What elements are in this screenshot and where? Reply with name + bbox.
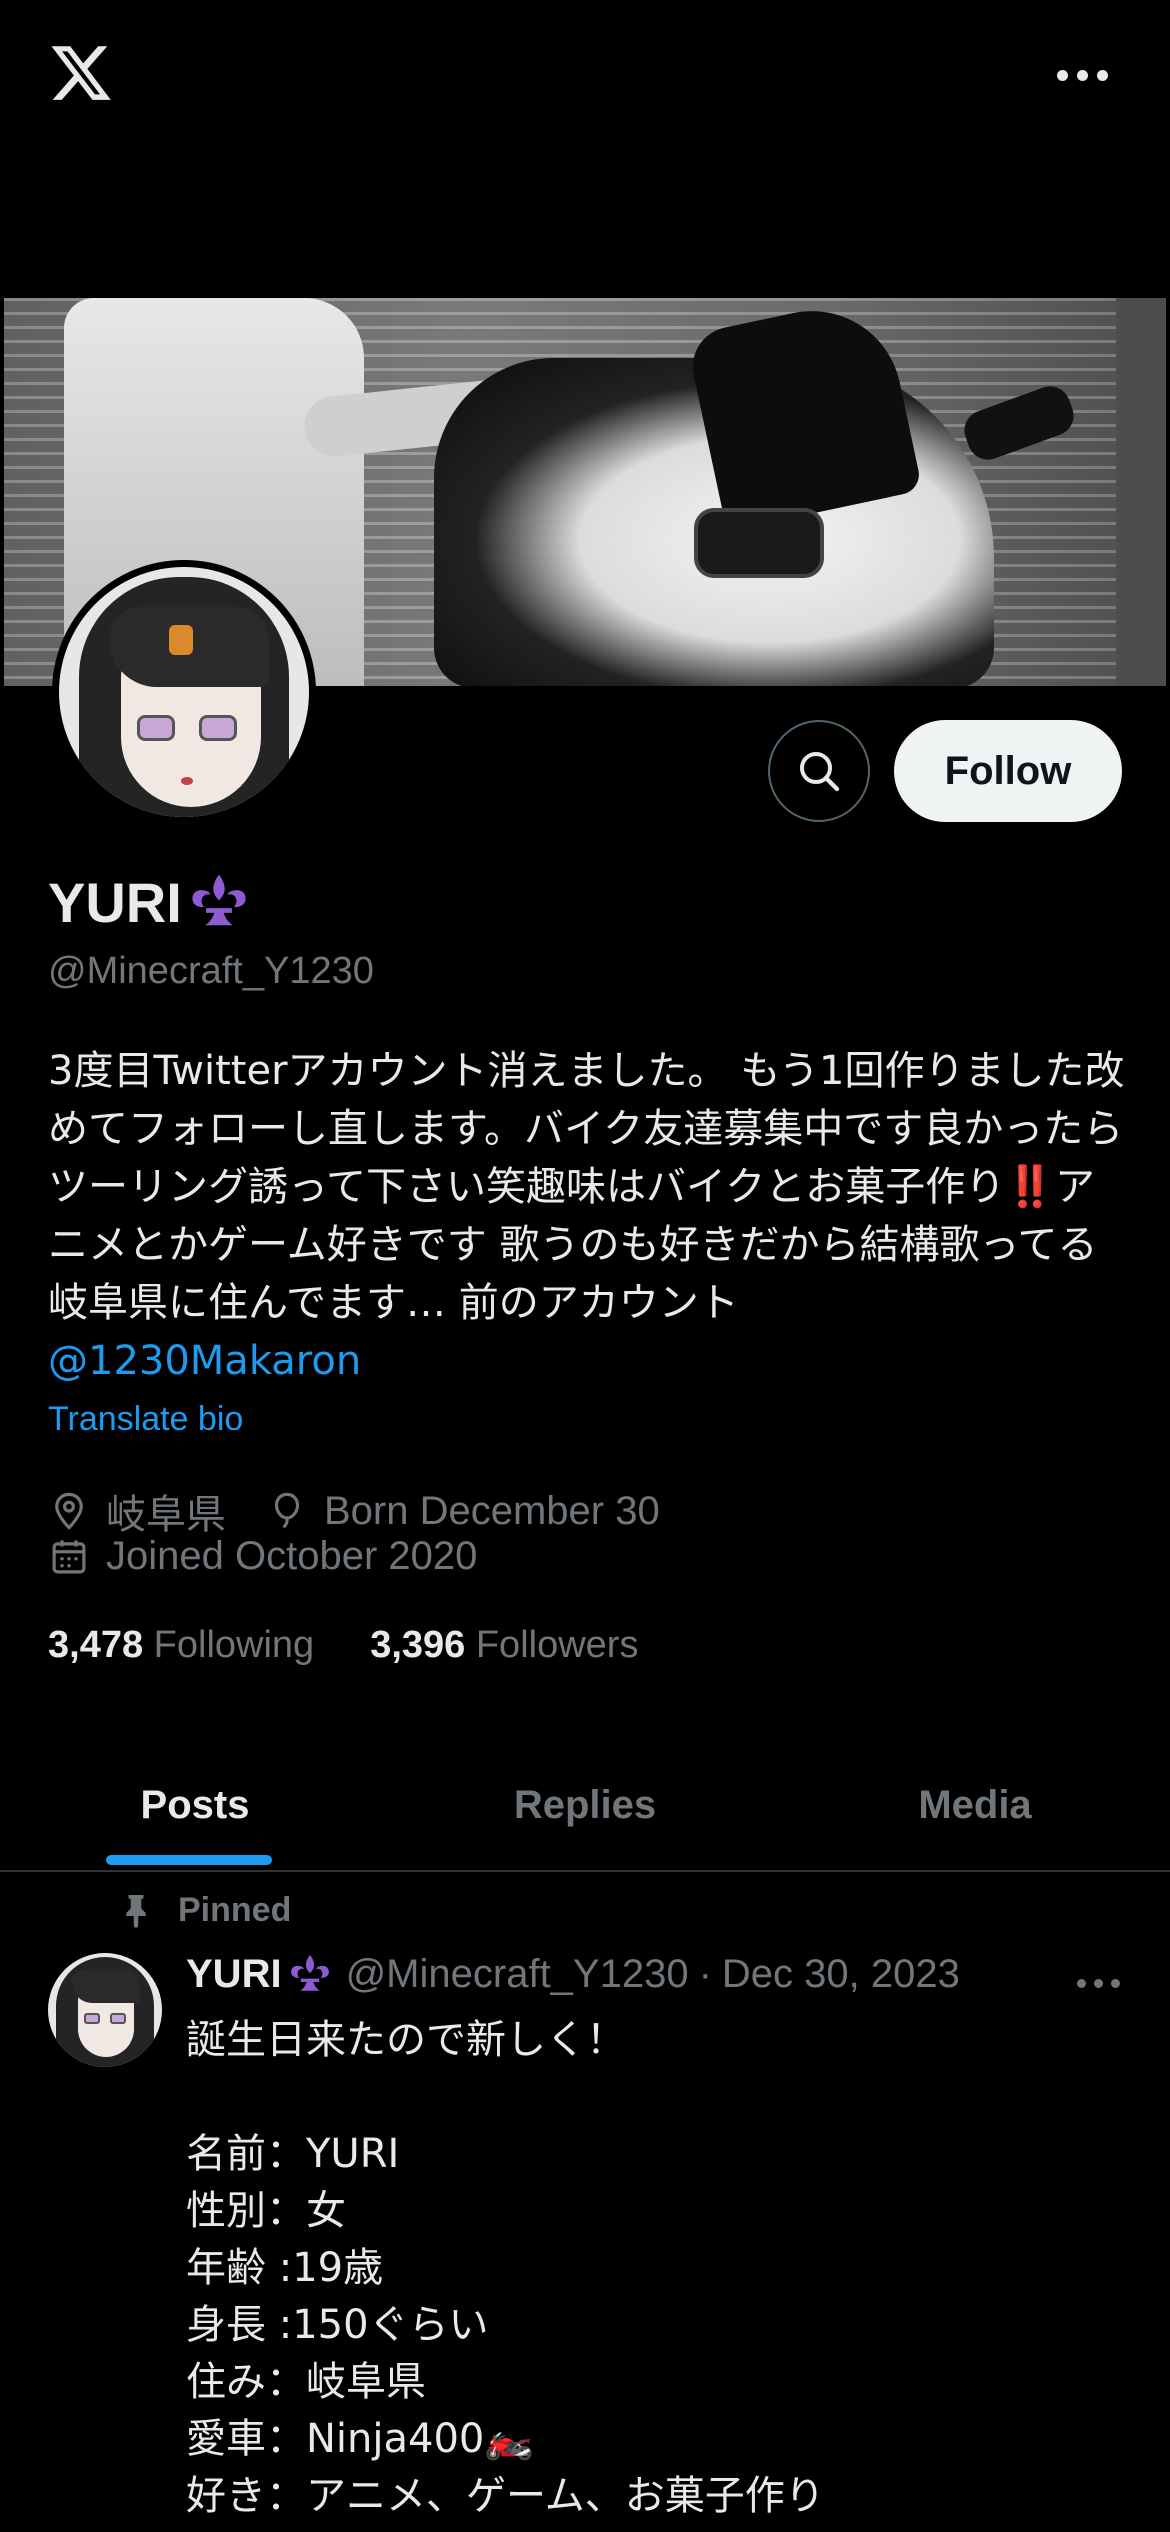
dot <box>1056 69 1068 81</box>
following-label: Following <box>153 1624 315 1666</box>
search-button[interactable] <box>768 720 870 822</box>
top-bar <box>0 0 1170 140</box>
dot <box>1076 1978 1086 1988</box>
pinned-indicator: Pinned <box>118 1890 291 1930</box>
fleur-de-lis-icon <box>192 874 246 925</box>
followers-label: Followers <box>475 1624 639 1666</box>
following-count: 3,478 <box>48 1624 144 1666</box>
search-icon <box>800 752 840 792</box>
tab-posts[interactable]: Posts <box>0 1740 390 1870</box>
birthday-item: Born December 30 <box>266 1489 660 1534</box>
display-name: YURI <box>48 870 250 935</box>
profile-tabs: Posts Replies Media <box>0 1740 1170 1872</box>
profile-handle: @Minecraft_Y1230 <box>48 950 374 992</box>
follow-button[interactable]: Follow <box>894 720 1122 822</box>
balloon-icon <box>274 1492 300 1528</box>
follow-stats: 3,478 Following 3,396 Followers <box>48 1624 694 1667</box>
followers-stat[interactable]: 3,396 Followers <box>370 1624 638 1667</box>
active-tab-indicator <box>106 1855 272 1865</box>
calendar-icon <box>52 1539 86 1573</box>
dot <box>1110 1978 1120 1988</box>
post-avatar-eye-left <box>84 2013 100 2024</box>
pin-icon <box>126 1895 146 1928</box>
avatar-mouth <box>181 777 193 785</box>
location-pin-icon <box>55 1492 83 1530</box>
translate-bio-link[interactable]: Translate bio <box>48 1400 243 1439</box>
post-avatar-bangs <box>72 1969 140 2003</box>
post-author-name[interactable]: YURI <box>186 1952 332 1997</box>
post-header: YURI @Minecraft_Y1230 · Dec 30, 2023 <box>186 1952 960 1997</box>
dot <box>1093 1978 1103 1988</box>
display-name-text: YURI <box>48 871 182 934</box>
avatar-eye-right <box>199 715 237 741</box>
dot <box>1096 69 1108 81</box>
profile-avatar[interactable] <box>52 560 316 824</box>
avatar-highlight <box>169 625 193 655</box>
post-author-avatar[interactable] <box>48 1953 162 2067</box>
followers-count: 3,396 <box>370 1624 466 1666</box>
post-author-name-text: YURI <box>186 1952 282 1996</box>
post-body-text: 誕生日来たので新しく！ 名前：YURI 性別：女 年齢 :19歳 身長 :150… <box>186 2017 825 2519</box>
profile-joined-row: Joined October 2020 <box>48 1534 517 1579</box>
bio-text: 3度目Twitterアカウント消えました。 もう1回作りました改めてフォローし直… <box>48 1048 1125 1326</box>
post-more-icon[interactable] <box>1058 1968 1138 1998</box>
following-stat[interactable]: 3,478 Following <box>48 1624 314 1667</box>
dot <box>1076 69 1088 81</box>
more-horizontal-icon[interactable] <box>1032 55 1132 95</box>
tab-replies[interactable]: Replies <box>390 1740 780 1870</box>
pinned-label: Pinned <box>178 1890 292 1929</box>
joined-text: Joined October 2020 <box>106 1534 478 1578</box>
avatar-eye-left <box>137 715 175 741</box>
post-avatar-eye-right <box>110 2013 126 2024</box>
joined-item: Joined October 2020 <box>48 1534 477 1579</box>
post-author-handle[interactable]: @Minecraft_Y1230 <box>346 1952 689 1997</box>
x-logo-icon[interactable] <box>48 40 114 106</box>
tab-media[interactable]: Media <box>780 1740 1170 1870</box>
birthday-text: Born December 30 <box>324 1488 660 1533</box>
avatar-image <box>59 567 309 817</box>
location-text: 岐阜県 <box>106 1493 226 1537</box>
banner-pole <box>1116 298 1166 686</box>
profile-meta-row: 岐阜県 Born December 30 <box>48 1482 700 1540</box>
bio-mention-link[interactable]: @1230Makaron <box>48 1338 361 1384</box>
profile-bio: 3度目Twitterアカウント消えました。 もう1回作りました改めてフォローし直… <box>48 1042 1128 1390</box>
post-separator: · <box>698 1952 712 1996</box>
banner-headlight <box>694 508 824 578</box>
fleur-de-lis-icon <box>290 1954 329 1991</box>
post-date[interactable]: Dec 30, 2023 <box>722 1952 960 1997</box>
location-item: 岐阜県 <box>48 1482 226 1540</box>
